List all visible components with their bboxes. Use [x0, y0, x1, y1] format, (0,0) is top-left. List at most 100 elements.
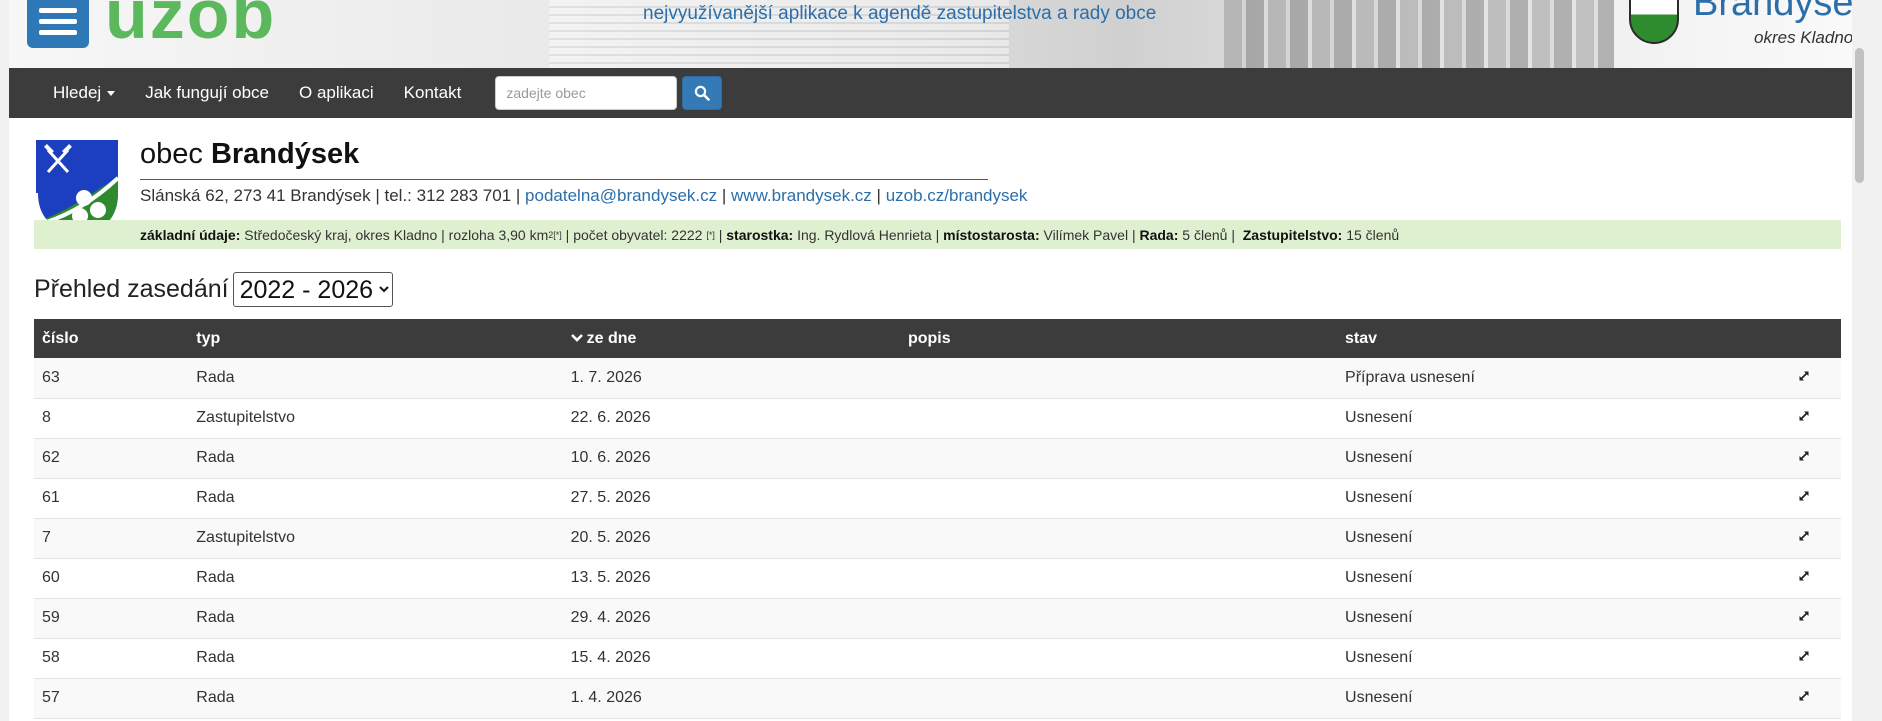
table-row[interactable]: 62 Rada 10. 6. 2026 Usnesení: [34, 438, 1841, 478]
municipality-crest-small: [1629, 0, 1679, 44]
meeting-description: [900, 638, 1337, 678]
table-row[interactable]: 58 Rada 15. 4. 2026 Usnesení: [34, 638, 1841, 678]
phone-label: tel.:: [384, 186, 412, 205]
site-logo[interactable]: uzob: [105, 0, 276, 54]
table-row[interactable]: 61 Rada 27. 5. 2026 Usnesení: [34, 478, 1841, 518]
expand-icon[interactable]: [1798, 650, 1810, 662]
meeting-number: 58: [42, 649, 60, 666]
column-header-date[interactable]: ze dne: [563, 319, 900, 358]
meeting-status: Usnesení: [1345, 609, 1413, 626]
deputy-name: Vilímek Pavel: [1043, 226, 1129, 243]
column-header-status[interactable]: stav: [1337, 319, 1790, 358]
row-action-cell[interactable]: [1790, 638, 1841, 678]
row-action-cell[interactable]: [1790, 438, 1841, 478]
meeting-type: Rada: [196, 489, 235, 506]
municipality-search-input[interactable]: [495, 76, 678, 110]
meeting-status: Usnesení: [1345, 649, 1413, 666]
area-label: rozloha: [448, 226, 495, 243]
main-navbar: Hledej Jak fungují obce O aplikaci Konta…: [9, 68, 1867, 118]
row-action-cell[interactable]: [1790, 358, 1841, 398]
expand-icon[interactable]: [1798, 410, 1810, 422]
table-row[interactable]: 7 Zastupitelstvo 20. 5. 2026 Usnesení: [34, 518, 1841, 558]
meeting-date: 1. 7. 2026: [570, 368, 642, 386]
column-header-date-label: ze dne: [586, 329, 637, 347]
meeting-number: 59: [42, 609, 60, 626]
website-link[interactable]: www.brandysek.cz: [731, 186, 872, 205]
expand-icon[interactable]: [1798, 450, 1810, 462]
population-label: počet obyvatel:: [573, 226, 668, 243]
column-header-actions: [1790, 319, 1841, 358]
meeting-description: [900, 598, 1337, 638]
scrollbar-thumb[interactable]: [1855, 48, 1864, 183]
council-label: Rada:: [1139, 226, 1179, 243]
meeting-date: 20. 5. 2026: [570, 529, 651, 546]
meeting-number: 8: [42, 409, 51, 426]
search-icon: [695, 85, 711, 101]
menu-icon-bar: [39, 7, 77, 13]
population-value: 2222: [671, 226, 703, 243]
chevron-down-icon: [570, 333, 583, 342]
meeting-date: 15. 4. 2026: [570, 649, 651, 666]
meeting-date: 22. 6. 2026: [570, 409, 651, 426]
basic-info-label: základní údaje:: [140, 226, 241, 243]
deputy-label: místostarosta:: [943, 226, 1040, 243]
meeting-status: Příprava usnesení: [1345, 368, 1475, 386]
meeting-date: 29. 4. 2026: [570, 609, 651, 626]
hamburger-menu-button[interactable]: [27, 0, 89, 48]
meeting-type: Rada: [196, 609, 235, 626]
row-action-cell[interactable]: [1790, 518, 1841, 558]
population-footnote[interactable]: [*]: [706, 230, 715, 240]
table-row[interactable]: 63 Rada 1. 7. 2026 Příprava usnesení: [34, 358, 1841, 398]
nav-item-how-municipalities-work[interactable]: Jak fungují obce: [145, 83, 269, 103]
column-header-description[interactable]: popis: [900, 319, 1337, 358]
table-header-row: číslo typ ze dne popis stav: [34, 319, 1841, 358]
row-action-cell[interactable]: [1790, 598, 1841, 638]
meeting-type: Rada: [196, 689, 235, 706]
nav-item-search-dropdown[interactable]: Hledej: [53, 83, 116, 103]
table-row[interactable]: 59 Rada 29. 4. 2026 Usnesení: [34, 598, 1841, 638]
site-banner: uzob nejvyužívanější aplikace k agendě z…: [9, 0, 1867, 68]
nav-item-about[interactable]: O aplikaci: [299, 83, 374, 103]
search-button[interactable]: [682, 76, 723, 110]
municipality-header: obec Brandýsek Slánská 62, 273 41 Brandý…: [34, 118, 1841, 250]
meeting-number: 57: [42, 689, 60, 706]
table-row[interactable]: 8 Zastupitelstvo 22. 6. 2026 Usnesení: [34, 398, 1841, 438]
expand-icon[interactable]: [1798, 370, 1810, 382]
table-row[interactable]: 60 Rada 13. 5. 2026 Usnesení: [34, 558, 1841, 598]
page-content: obec Brandýsek Slánská 62, 273 41 Brandý…: [9, 118, 1867, 719]
table-row[interactable]: 57 Rada 1. 4. 2026 Usnesení: [34, 678, 1841, 718]
meetings-overview-header: Přehled zasedání 2022 - 2026: [34, 272, 1841, 307]
expand-icon[interactable]: [1798, 530, 1810, 542]
expand-icon[interactable]: [1798, 570, 1810, 582]
column-header-number[interactable]: číslo: [34, 319, 188, 358]
banner-municipality-name: Brandýsek: [1693, 0, 1867, 24]
page-scrollbar[interactable]: [1852, 0, 1867, 721]
meeting-description: [900, 518, 1337, 558]
meeting-date: 27. 5. 2026: [570, 489, 651, 506]
section-title: Přehled zasedání: [34, 275, 229, 303]
uzob-profile-link[interactable]: uzob.cz/brandysek: [886, 186, 1028, 205]
municipality-name: Brandýsek: [210, 138, 360, 170]
meeting-date: 13. 5. 2026: [570, 569, 651, 586]
basic-info-region: Středočeský kraj, okres Kladno: [244, 226, 438, 243]
meeting-type: Zastupitelstvo: [196, 409, 295, 426]
expand-icon[interactable]: [1798, 610, 1810, 622]
menu-icon-bar: [39, 29, 77, 35]
banner-district: okres Kladno: [1754, 28, 1854, 47]
row-action-cell[interactable]: [1790, 678, 1841, 718]
row-action-cell[interactable]: [1790, 398, 1841, 438]
row-action-cell[interactable]: [1790, 478, 1841, 518]
email-link[interactable]: podatelna@brandysek.cz: [525, 186, 717, 205]
meeting-status: Usnesení: [1345, 489, 1413, 506]
meeting-description: [900, 478, 1337, 518]
meeting-type: Zastupitelstvo: [196, 529, 295, 546]
expand-icon[interactable]: [1798, 490, 1810, 502]
column-header-type[interactable]: typ: [188, 319, 562, 358]
electoral-period-select[interactable]: 2022 - 2026: [232, 272, 393, 307]
meeting-type: Rada: [196, 649, 235, 666]
expand-icon[interactable]: [1798, 690, 1810, 702]
nav-item-contact[interactable]: Kontakt: [404, 83, 462, 103]
site-tagline: nejvyužívanější aplikace k agendě zastup…: [643, 3, 1157, 24]
row-action-cell[interactable]: [1790, 558, 1841, 598]
area-footnote[interactable]: 2[*]: [548, 230, 562, 240]
